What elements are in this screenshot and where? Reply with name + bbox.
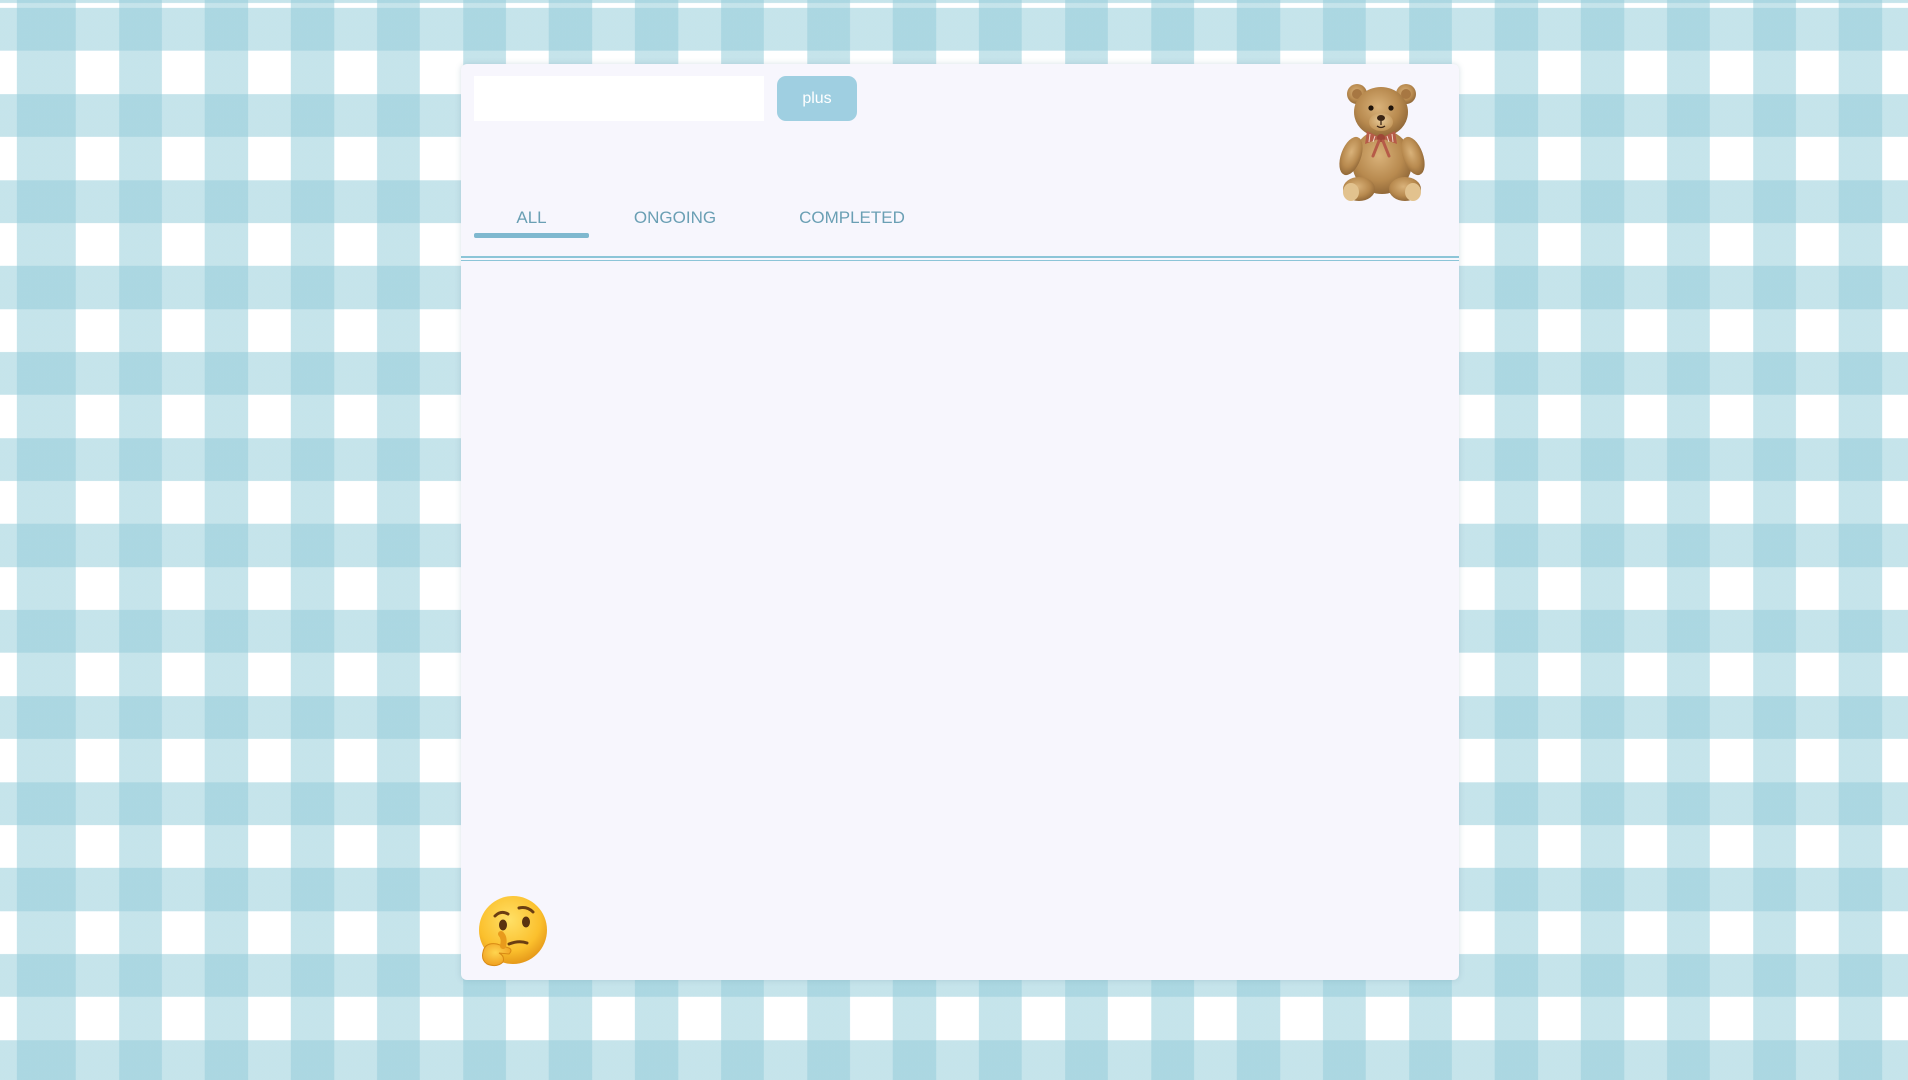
filter-tabs: ALL ONGOING COMPLETED — [474, 198, 943, 238]
header-divider — [461, 256, 1459, 261]
todo-list — [461, 264, 1459, 900]
thinking-face-icon — [479, 896, 547, 967]
tab-completed[interactable]: COMPLETED — [761, 198, 943, 238]
todo-input[interactable] — [474, 76, 764, 121]
tab-completed-label: COMPLETED — [799, 208, 905, 227]
active-tab-indicator — [474, 233, 589, 238]
teddy-bear-icon — [1339, 84, 1425, 201]
add-todo-row: plus — [474, 76, 857, 121]
tab-all[interactable]: ALL — [474, 198, 589, 238]
tab-ongoing-label: ONGOING — [633, 208, 717, 227]
tab-all-label: ALL — [516, 208, 547, 227]
todo-app-panel: plus ALL ONGOING COMPLETED — [461, 64, 1459, 980]
tab-ongoing[interactable]: ONGOING — [589, 198, 761, 238]
plus-button[interactable]: plus — [777, 76, 857, 121]
